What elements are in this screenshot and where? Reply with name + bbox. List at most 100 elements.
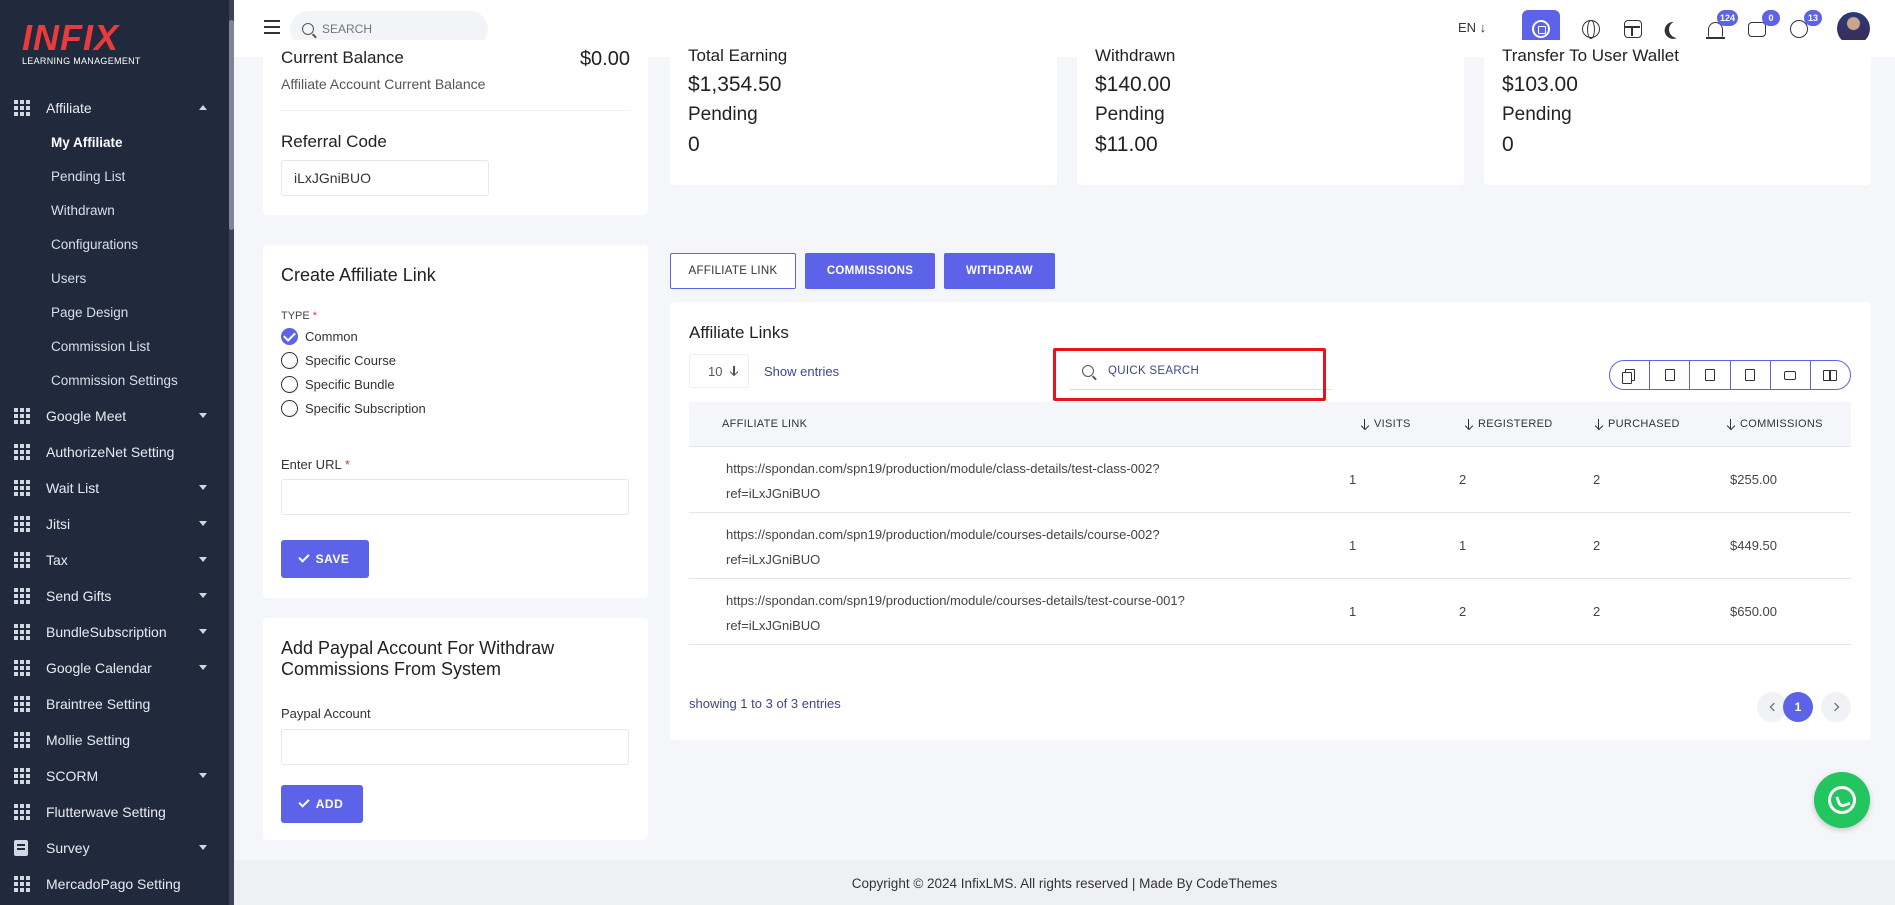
radio-button[interactable] bbox=[281, 328, 298, 345]
tab-affiliate-link[interactable]: AFFILIATE LINK bbox=[670, 253, 796, 289]
hamburger-menu-icon[interactable] bbox=[264, 20, 280, 34]
balance-value: $0.00 bbox=[579, 48, 630, 70]
brand-logo[interactable]: INFIX LEARNING MANAGEMENT bbox=[22, 20, 142, 70]
csv-button[interactable] bbox=[1690, 361, 1731, 389]
stat-title: Total Earning bbox=[688, 46, 788, 65]
sidebar-subitem[interactable]: Pending List bbox=[0, 160, 229, 194]
type-radio-option[interactable]: Specific Course bbox=[281, 352, 396, 369]
sidebar-subitem[interactable]: Page Design bbox=[0, 296, 229, 330]
search-icon bbox=[302, 23, 314, 35]
sidebar-item[interactable]: Mollie Setting bbox=[0, 722, 229, 758]
whatsapp-chat-button[interactable] bbox=[1814, 772, 1870, 828]
sidebar-item-label: Flutterwave Setting bbox=[46, 804, 166, 820]
link-text: https://spondan.com/spn19/production/mod… bbox=[726, 527, 1160, 542]
balance-subtitle: Affiliate Account Current Balance bbox=[281, 76, 486, 92]
brand-tagline: LEARNING MANAGEMENT bbox=[22, 56, 141, 66]
sidebar-subitem[interactable]: Withdrawn bbox=[0, 194, 229, 228]
notification-badge: 124 bbox=[1716, 10, 1738, 26]
sidebar-item[interactable]: MercadoPago Setting bbox=[0, 866, 229, 902]
save-button[interactable]: SAVE bbox=[281, 540, 369, 578]
sidebar-item-affiliate[interactable]: Affiliate bbox=[0, 90, 229, 126]
sidebar-item-label: Google Calendar bbox=[46, 660, 152, 676]
link-text: https://spondan.com/spn19/production/mod… bbox=[726, 461, 1160, 476]
header-search-input[interactable] bbox=[322, 22, 472, 36]
affiliate-link-cell[interactable]: https://spondan.com/spn19/production/mod… bbox=[726, 456, 1286, 506]
page-button[interactable]: 1 bbox=[1783, 692, 1813, 722]
referral-code-field[interactable]: iLxJGniBUO bbox=[281, 160, 489, 196]
radio-button[interactable] bbox=[281, 376, 298, 393]
column-header-purchased[interactable]: PURCHASED bbox=[1595, 418, 1680, 430]
stat-card: Total Earning $1,354.50 Pending 0 bbox=[670, 40, 1057, 185]
tab-commissions[interactable]: COMMISSIONS bbox=[805, 253, 935, 289]
next-page-button[interactable] bbox=[1821, 692, 1851, 722]
type-radio-option[interactable]: Specific Bundle bbox=[281, 376, 395, 393]
add-button[interactable]: ADD bbox=[281, 785, 363, 823]
registered-cell: 2 bbox=[1459, 472, 1467, 487]
chevron-down-icon bbox=[199, 629, 207, 634]
affiliate-submenu: My Affiliate Pending List Withdrawn Configu… bbox=[0, 126, 229, 398]
sidebar-item-label: Jitsi bbox=[46, 516, 71, 532]
radio-label: Specific Subscription bbox=[305, 401, 426, 416]
column-header-link[interactable]: AFFILIATE LINK bbox=[722, 418, 807, 430]
sidebar-item[interactable]: SCORM bbox=[0, 758, 229, 794]
sidebar-subitem[interactable]: Commission List bbox=[0, 330, 229, 364]
stat-pval: $11.00 bbox=[1095, 133, 1158, 156]
excel-button[interactable] bbox=[1650, 361, 1691, 389]
whatsapp-badge: 13 bbox=[1804, 10, 1822, 26]
sidebar-item-label: Mollie Setting bbox=[46, 732, 131, 748]
sidebar-item-label: MercadoPago Setting bbox=[46, 876, 181, 892]
sidebar-subitem[interactable]: Commission Settings bbox=[0, 364, 229, 398]
sidebar-item-label: Survey bbox=[46, 840, 90, 856]
check-icon bbox=[298, 796, 310, 808]
column-header-commissions[interactable]: COMMISSIONS bbox=[1727, 418, 1823, 430]
sidebar-item[interactable]: Jitsi bbox=[0, 506, 229, 542]
purchased-cell: 2 bbox=[1593, 472, 1601, 487]
table-row: https://spondan.com/spn19/production/mod… bbox=[689, 513, 1851, 579]
paypal-account-input[interactable] bbox=[281, 729, 629, 765]
sidebar-scrollbar[interactable] bbox=[229, 0, 234, 905]
stat-pending: Pending bbox=[688, 104, 758, 125]
whatsapp-icon bbox=[1828, 786, 1856, 814]
url-input[interactable] bbox=[281, 479, 629, 515]
sidebar-item-label: Tax bbox=[46, 552, 68, 568]
sidebar-item[interactable]: BundleSubscription bbox=[0, 614, 229, 650]
print-button[interactable] bbox=[1771, 361, 1811, 389]
sidebar-item[interactable]: Send Gifts bbox=[0, 578, 229, 614]
sidebar-item[interactable]: Braintree Setting bbox=[0, 686, 229, 722]
column-header-visits[interactable]: VISITS bbox=[1361, 418, 1411, 430]
stat-pval: 0 bbox=[1502, 133, 1514, 156]
sidebar-subitem[interactable]: My Affiliate bbox=[0, 126, 229, 160]
pdf-button[interactable] bbox=[1731, 361, 1771, 389]
type-radio-option[interactable]: Specific Subscription bbox=[281, 400, 426, 417]
sidebar-item-label: SCORM bbox=[46, 768, 99, 784]
sidebar-item[interactable]: Survey bbox=[0, 830, 229, 866]
sidebar-item[interactable]: Google Calendar bbox=[0, 650, 229, 686]
affiliate-link-cell[interactable]: https://spondan.com/spn19/production/mod… bbox=[726, 522, 1286, 572]
sidebar-item[interactable]: Wait List bbox=[0, 470, 229, 506]
sidebar-subitem[interactable]: Users bbox=[0, 262, 229, 296]
radio-button[interactable] bbox=[281, 400, 298, 417]
export-buttons bbox=[1609, 360, 1851, 390]
sidebar-item[interactable]: AuthorizeNet Setting bbox=[0, 434, 229, 470]
showing-entries-text: showing 1 to 3 of 3 entries bbox=[689, 696, 841, 711]
paypal-label: Paypal Account bbox=[281, 706, 371, 721]
affiliate-link-cell[interactable]: https://spondan.com/spn19/production/mod… bbox=[726, 588, 1286, 638]
sidebar-item[interactable]: Flutterwave Setting bbox=[0, 794, 229, 830]
sidebar-subitem[interactable]: Configurations bbox=[0, 228, 229, 262]
table-header: AFFILIATE LINK VISITS REGISTERED PURCHAS… bbox=[689, 402, 1851, 447]
sidebar-item-label: Google Meet bbox=[46, 408, 127, 424]
entries-select[interactable]: 10 bbox=[689, 354, 749, 388]
stat-pending: Pending bbox=[1095, 104, 1165, 125]
columns-button[interactable] bbox=[1811, 361, 1850, 389]
stat-title: Withdrawn bbox=[1095, 46, 1176, 65]
tab-withdraw[interactable]: WITHDRAW bbox=[944, 253, 1055, 289]
radio-label: Common bbox=[305, 329, 358, 344]
language-selector[interactable]: EN ↓ bbox=[1458, 20, 1486, 35]
column-header-registered[interactable]: REGISTERED bbox=[1465, 418, 1553, 430]
sidebar-item[interactable]: Tax bbox=[0, 542, 229, 578]
balance-title: Current Balance bbox=[281, 48, 404, 67]
type-radio-option[interactable]: Common bbox=[281, 328, 358, 345]
sidebar-item[interactable]: Google Meet bbox=[0, 398, 229, 434]
radio-button[interactable] bbox=[281, 352, 298, 369]
copy-button[interactable] bbox=[1610, 361, 1651, 389]
